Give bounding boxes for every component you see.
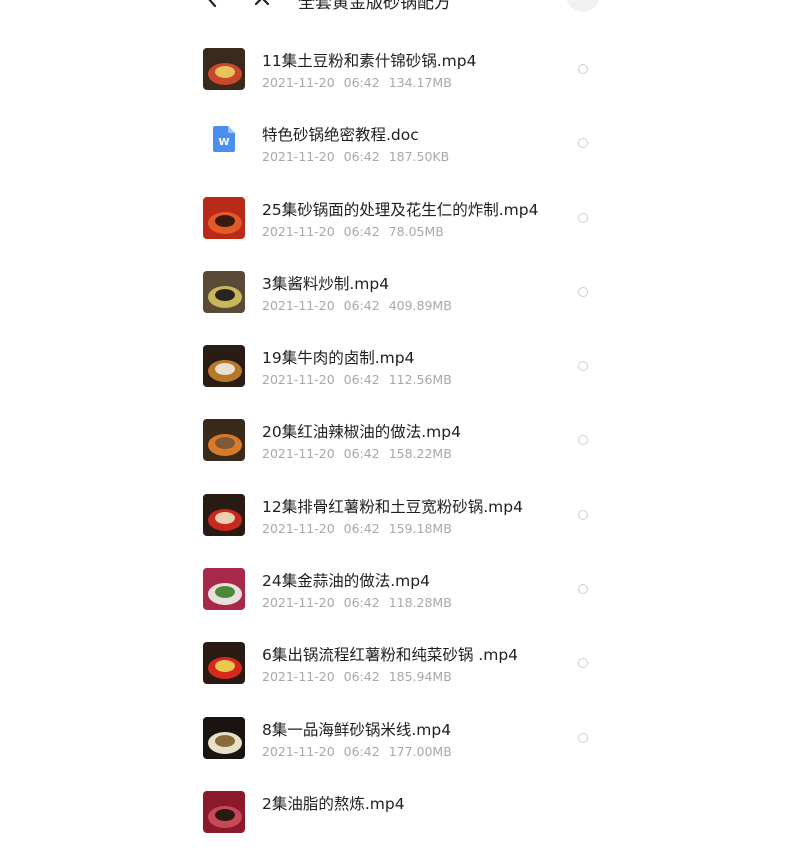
- file-row[interactable]: 11集土豆粉和素什锦砂锅.mp4 2021-11-20 06:42 134.17MB: [0, 33, 800, 107]
- file-size: 78.05MB: [388, 223, 444, 239]
- file-row[interactable]: W 特色砂锅绝密教程.doc 2021-11-20 06:42 187.50KB: [0, 107, 800, 181]
- select-radio[interactable]: [578, 361, 588, 372]
- file-size: 134.17MB: [388, 75, 452, 90]
- file-time: 06:42: [343, 743, 380, 759]
- video-thumbnail: [203, 419, 245, 462]
- file-meta: 2021-11-20 06:42 177.00MB: [262, 744, 461, 759]
- file-date: 2021-11-20: [262, 372, 335, 388]
- file-row[interactable]: 19集牛肉的卤制.mp4 2021-11-20 06:42 112.56MB: [0, 330, 800, 404]
- file-name: 特色砂锅绝密教程.doc: [262, 126, 419, 145]
- file-meta: 2021-11-20 06:42 187.50KB: [262, 149, 458, 164]
- file-time: 06:42: [343, 297, 380, 313]
- file-size: 158.22MB: [388, 446, 452, 462]
- file-row[interactable]: 20集红油辣椒油的做法.mp4 2021-11-20 06:42 158.22MB: [0, 404, 800, 478]
- file-time: 06:42: [343, 149, 380, 165]
- close-icon[interactable]: [248, 0, 278, 18]
- file-meta: 2021-11-20 06:42 409.89MB: [262, 298, 461, 313]
- video-thumbnail: [203, 568, 245, 611]
- file-name: 25集砂锅面的处理及花生仁的炸制.mp4: [262, 200, 539, 219]
- file-row[interactable]: 2集油脂的熬炼.mp4: [0, 776, 800, 850]
- word-document-icon: W: [213, 126, 235, 153]
- back-arrow-icon[interactable]: [198, 0, 228, 18]
- file-time: 06:42: [343, 75, 380, 90]
- file-meta: 2021-11-20 06:42 158.22MB: [262, 446, 461, 461]
- video-thumbnail: [203, 642, 245, 685]
- file-name: 20集红油辣椒油的做法.mp4: [262, 423, 461, 442]
- file-meta: 2021-11-20 06:42 185.94MB: [262, 669, 461, 684]
- file-row[interactable]: 24集金蒜油的做法.mp4 2021-11-20 06:42 118.28MB: [0, 553, 800, 627]
- video-thumbnail: [203, 270, 245, 313]
- file-date: 2021-11-20: [262, 669, 335, 685]
- file-row[interactable]: 3集酱料炒制.mp4 2021-11-20 06:42 409.89MB: [0, 256, 800, 330]
- select-radio[interactable]: [578, 658, 588, 669]
- file-date: 2021-11-20: [262, 446, 335, 462]
- file-row[interactable]: 8集一品海鲜砂锅米线.mp4 2021-11-20 06:42 177.00MB: [0, 702, 800, 776]
- file-size: 118.28MB: [388, 595, 452, 611]
- video-thumbnail: [203, 493, 245, 536]
- file-size: 177.00MB: [388, 743, 452, 759]
- file-time: 06:42: [343, 520, 380, 536]
- file-date: 2021-11-20: [262, 520, 335, 536]
- svg-text:W: W: [218, 137, 229, 148]
- video-thumbnail: [203, 716, 245, 759]
- file-meta: 2021-11-20 06:42 118.28MB: [262, 595, 461, 610]
- file-size: 185.94MB: [388, 669, 452, 685]
- select-radio[interactable]: [578, 212, 588, 223]
- file-row[interactable]: 25集砂锅面的处理及花生仁的炸制.mp4 2021-11-20 06:42 78.05…: [0, 182, 800, 256]
- file-row[interactable]: 12集排骨红薯粉和土豆宽粉砂锅.mp4 2021-11-20 06:42 159.18…: [0, 479, 800, 553]
- file-name: 24集金蒜油的做法.mp4: [262, 572, 430, 591]
- page-title: 全套黄金版砂锅配方: [298, 0, 451, 13]
- file-time: 06:42: [343, 669, 380, 685]
- file-date: 2021-11-20: [262, 595, 335, 611]
- select-radio[interactable]: [578, 509, 588, 520]
- more-options-button[interactable]: [566, 0, 600, 12]
- video-thumbnail: [203, 345, 245, 388]
- file-name: 3集酱料炒制.mp4: [262, 274, 390, 293]
- select-radio[interactable]: [578, 584, 588, 595]
- select-radio[interactable]: [578, 64, 588, 74]
- file-size: 112.56MB: [388, 372, 452, 388]
- file-list: 11集土豆粉和素什锦砂锅.mp4 2021-11-20 06:42 134.17MB W…: [0, 33, 800, 850]
- file-name: 6集出锅流程红薯粉和纯菜砂锅 .mp4: [262, 646, 519, 665]
- top-bar: 全套黄金版砂锅配方: [0, 0, 800, 22]
- file-name: 11集土豆粉和素什锦砂锅.mp4: [262, 52, 477, 70]
- file-time: 06:42: [343, 446, 380, 462]
- file-row[interactable]: 6集出锅流程红薯粉和纯菜砂锅 .mp4 2021-11-20 06:42 185.94…: [0, 627, 800, 701]
- file-meta: 2021-11-20 06:42 159.18MB: [262, 521, 461, 536]
- select-radio[interactable]: [578, 732, 588, 743]
- file-time: 06:42: [343, 595, 380, 611]
- select-radio[interactable]: [578, 435, 588, 446]
- file-size: 159.18MB: [388, 520, 452, 536]
- video-thumbnail: [203, 790, 245, 833]
- file-date: 2021-11-20: [262, 75, 335, 90]
- file-size: 187.50KB: [388, 149, 450, 165]
- file-date: 2021-11-20: [262, 223, 335, 239]
- file-time: 06:42: [343, 223, 380, 239]
- video-thumbnail: [203, 196, 245, 239]
- file-meta: 2021-11-20 06:42 78.05MB: [262, 224, 453, 239]
- file-date: 2021-11-20: [262, 743, 335, 759]
- file-meta: 2021-11-20 06:42 112.56MB: [262, 372, 461, 387]
- file-name: 19集牛肉的卤制.mp4: [262, 349, 415, 368]
- file-date: 2021-11-20: [262, 297, 335, 313]
- file-time: 06:42: [343, 372, 380, 388]
- file-name: 2集油脂的熬炼.mp4: [262, 794, 405, 813]
- select-radio[interactable]: [578, 286, 588, 297]
- file-name: 8集一品海鲜砂锅米线.mp4: [262, 720, 452, 739]
- file-date: 2021-11-20: [262, 149, 335, 165]
- select-radio[interactable]: [578, 138, 588, 149]
- file-size: 409.89MB: [388, 297, 452, 313]
- file-meta: 2021-11-20 06:42 134.17MB: [262, 75, 461, 90]
- file-name: 12集排骨红薯粉和土豆宽粉砂锅.mp4: [262, 497, 523, 516]
- video-thumbnail: [203, 48, 245, 90]
